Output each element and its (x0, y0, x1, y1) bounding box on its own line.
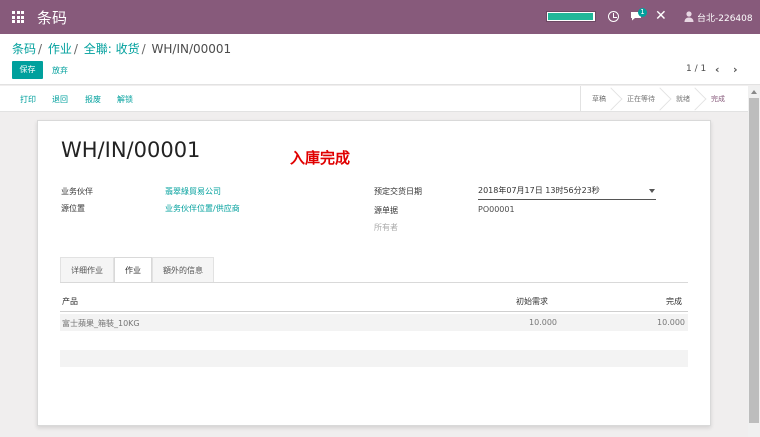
cell-product: 富士蘋果_箱裝_10KG (62, 319, 140, 328)
cell-done: 10.000 (657, 318, 685, 327)
partner-link[interactable]: 翡翠綠貿易公司 (165, 186, 221, 197)
app-title[interactable]: 条码 (37, 7, 67, 28)
status-stamp: 入庫完成 (290, 149, 351, 167)
chevron-right-icon[interactable]: › (733, 63, 738, 76)
source-doc-value: PO00001 (478, 205, 515, 214)
return-button[interactable]: 退回 (52, 94, 68, 105)
table-row[interactable]: 富士蘋果_箱裝_10KG 10.000 10.000 (60, 314, 688, 331)
message-count-badge: 1 (638, 8, 647, 17)
column-header-product[interactable]: 产品 (62, 296, 78, 307)
column-header-initial-demand[interactable]: 初始需求 (516, 296, 548, 307)
breadcrumb: 条码 / 作业 / 全聯: 收货 / WH/IN/00001 (12, 42, 232, 56)
statusbar: 打印 退回 报废 解锁 草稿 正在等待 就绪 完成 (0, 86, 760, 112)
chevron-left-icon[interactable]: ‹ (715, 63, 720, 76)
scrap-button[interactable]: 报废 (85, 94, 101, 105)
tab-additional-info[interactable]: 額外的信息 (152, 257, 214, 283)
clock-icon[interactable] (608, 11, 619, 22)
source-location-label: 源位置 (61, 204, 85, 213)
user-name[interactable]: 台北-226408 (697, 11, 753, 24)
scroll-up-icon[interactable] (751, 90, 757, 94)
tab-operations[interactable]: 作业 (114, 257, 152, 283)
partner-label: 业务伙伴 (61, 187, 93, 196)
discard-button[interactable]: 放弃 (52, 65, 68, 76)
column-header-done[interactable]: 完成 (666, 296, 682, 307)
source-location-link[interactable]: 业务伙伴位置/供应商 (165, 203, 240, 214)
page-scrollbar[interactable] (748, 86, 760, 437)
stage-waiting[interactable]: 正在等待 (616, 86, 665, 112)
control-panel: 条码 / 作业 / 全聯: 收货 / WH/IN/00001 保存 放弃 1 / 1 … (0, 34, 760, 85)
breadcrumb-item-barcode[interactable]: 条码 (12, 42, 36, 56)
form-sheet: WH/IN/00001 入庫完成 业务伙伴 翡翠綠貿易公司 源位置 业务伙伴位置… (37, 120, 711, 426)
scheduled-date-value: 2018年07月17日 13时56分23秒 (478, 186, 600, 195)
close-icon[interactable]: ✕ (655, 9, 667, 23)
form-view: WH/IN/00001 入庫完成 业务伙伴 翡翠綠貿易公司 源位置 业务伙伴位置… (0, 113, 747, 437)
table-footer (60, 350, 688, 367)
table-header-divider (60, 311, 688, 312)
tab-detailed-operations[interactable]: 详细作业 (60, 257, 114, 283)
record-title: WH/IN/00001 (61, 138, 201, 162)
pager-value[interactable]: 1 / 1 (686, 64, 706, 74)
breadcrumb-item-operations[interactable]: 作业 (48, 42, 72, 56)
stage-pipeline: 草稿 正在等待 就绪 完成 (580, 86, 735, 112)
stage-draft[interactable]: 草稿 (581, 86, 616, 112)
sync-progress-bar (546, 11, 596, 22)
breadcrumb-item-receipts[interactable]: 全聯: 收货 (84, 42, 140, 56)
apps-grid-icon[interactable] (12, 11, 24, 23)
unlock-button[interactable]: 解锁 (117, 94, 133, 105)
source-doc-label: 源单据 (374, 206, 398, 215)
breadcrumb-current: WH/IN/00001 (151, 42, 232, 56)
tab-divider (60, 282, 688, 283)
owner-label: 所有者 (374, 223, 398, 232)
scrollbar-thumb[interactable] (749, 98, 759, 423)
notebook-tabs: 详细作业 作业 額外的信息 (60, 257, 214, 283)
print-button[interactable]: 打印 (20, 94, 36, 105)
save-button[interactable]: 保存 (12, 61, 43, 79)
scheduled-date-field[interactable]: 2018年07月17日 13时56分23秒 (478, 185, 656, 200)
user-icon[interactable] (684, 11, 694, 22)
scheduled-date-label: 预定交货日期 (374, 187, 422, 196)
top-navbar: 条码 1 ✕ 台北-226408 (0, 0, 760, 34)
caret-down-icon[interactable] (649, 189, 655, 193)
cell-initial-demand: 10.000 (529, 318, 557, 327)
